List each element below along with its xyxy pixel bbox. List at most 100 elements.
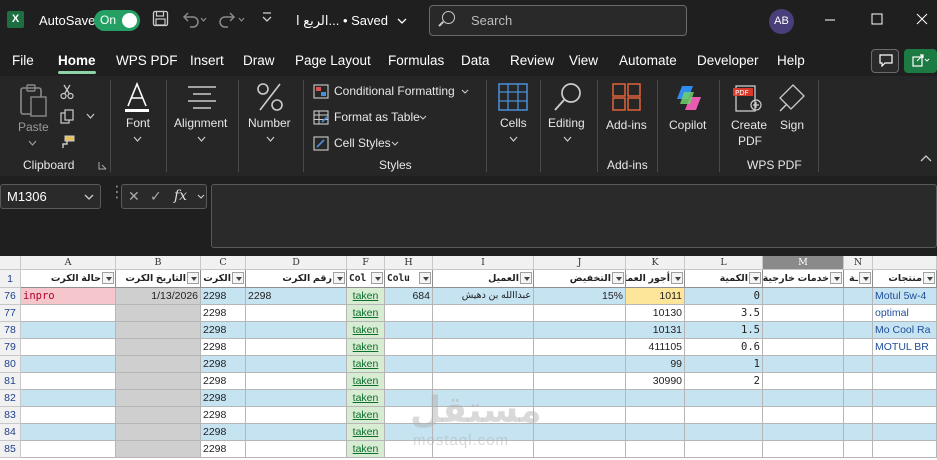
cell-o[interactable]: [873, 407, 937, 424]
filter-dropdown-icon[interactable]: [671, 272, 683, 284]
cell-k[interactable]: 10131: [626, 322, 685, 339]
cell-f[interactable]: taken: [347, 441, 385, 458]
cell-i[interactable]: [433, 356, 534, 373]
document-title[interactable]: الربع ا... • Saved: [296, 13, 407, 29]
tab-data[interactable]: Data: [461, 53, 490, 68]
conditional-formatting-button[interactable]: Conditional Formatting: [313, 83, 483, 101]
cell-j[interactable]: [534, 305, 626, 322]
insert-function-icon[interactable]: fx: [174, 188, 187, 204]
row-header[interactable]: 1: [0, 270, 21, 288]
column-header-a[interactable]: A: [21, 256, 116, 270]
tab-view[interactable]: View: [569, 53, 598, 68]
cell-c[interactable]: 2298: [201, 322, 246, 339]
table-header-a[interactable]: حالة الكرت: [21, 270, 116, 288]
number-label[interactable]: Number: [248, 116, 291, 130]
cell-d[interactable]: [246, 441, 347, 458]
customize-toolbar-icon[interactable]: [261, 10, 273, 30]
cell-d[interactable]: [246, 322, 347, 339]
cell-k[interactable]: 1011: [626, 288, 685, 305]
redo-icon[interactable]: [219, 10, 245, 34]
row-header[interactable]: 77: [0, 305, 21, 322]
cell-f[interactable]: taken: [347, 305, 385, 322]
filter-dropdown-icon[interactable]: [830, 272, 842, 284]
cell-l[interactable]: 0: [685, 288, 763, 305]
cell-b[interactable]: [116, 424, 201, 441]
cell-l[interactable]: [685, 441, 763, 458]
tab-insert[interactable]: Insert: [190, 53, 224, 68]
cell-i[interactable]: [433, 305, 534, 322]
sign-icon[interactable]: [778, 83, 806, 113]
row-header[interactable]: 84: [0, 424, 21, 441]
collapse-ribbon-icon[interactable]: [920, 154, 932, 162]
search-box[interactable]: Search: [429, 5, 687, 36]
cell-o[interactable]: [873, 390, 937, 407]
format-painter-icon[interactable]: [59, 135, 75, 149]
column-header-h[interactable]: H: [385, 256, 433, 270]
taken-link[interactable]: taken: [353, 358, 379, 370]
cell-l[interactable]: [685, 424, 763, 441]
taken-link[interactable]: taken: [353, 307, 379, 319]
column-header-b[interactable]: B: [116, 256, 201, 270]
filter-dropdown-icon[interactable]: [749, 272, 761, 284]
cell-h[interactable]: 684: [385, 288, 433, 305]
cell-j[interactable]: [534, 390, 626, 407]
alignment-label[interactable]: Alignment: [174, 116, 227, 130]
cell-o[interactable]: optimal: [873, 305, 937, 322]
table-header-c[interactable]: الكرت: [201, 270, 246, 288]
comments-button[interactable]: [871, 49, 899, 73]
cell-j[interactable]: [534, 424, 626, 441]
cell-c[interactable]: 2298: [201, 390, 246, 407]
taken-link[interactable]: taken: [353, 443, 379, 455]
cell-a[interactable]: [21, 407, 116, 424]
cell-o[interactable]: [873, 373, 937, 390]
row-header[interactable]: 82: [0, 390, 21, 407]
copy-icon[interactable]: [60, 109, 74, 124]
row-header[interactable]: 78: [0, 322, 21, 339]
taken-link[interactable]: taken: [353, 324, 379, 336]
filter-dropdown-icon[interactable]: [612, 272, 624, 284]
table-header-o[interactable]: منتجات: [873, 270, 937, 288]
column-header-k[interactable]: K: [626, 256, 685, 270]
tab-page-layout[interactable]: Page Layout: [295, 53, 371, 68]
cell-c[interactable]: 2298: [201, 407, 246, 424]
cell-l[interactable]: 1: [685, 356, 763, 373]
cell-b[interactable]: [116, 305, 201, 322]
table-header-k[interactable]: أجور العمل: [626, 270, 685, 288]
cell-d[interactable]: [246, 305, 347, 322]
select-all-corner[interactable]: [0, 256, 21, 270]
paste-icon[interactable]: [17, 84, 49, 118]
row-header[interactable]: 81: [0, 373, 21, 390]
table-header-i[interactable]: العميل: [433, 270, 534, 288]
cell-b[interactable]: [116, 339, 201, 356]
filter-dropdown-icon[interactable]: [520, 272, 532, 284]
alignment-dropdown-icon[interactable]: [197, 136, 206, 142]
cell-k[interactable]: [626, 424, 685, 441]
cell-f[interactable]: taken: [347, 288, 385, 305]
maximize-icon[interactable]: [871, 10, 883, 30]
cell-o[interactable]: MOTUL BR: [873, 339, 937, 356]
cell-n[interactable]: [844, 305, 873, 322]
cell-i[interactable]: [433, 339, 534, 356]
cell-n[interactable]: [844, 441, 873, 458]
cell-l[interactable]: 2: [685, 373, 763, 390]
filter-dropdown-icon[interactable]: [859, 272, 871, 284]
table-header-l[interactable]: الكمية: [685, 270, 763, 288]
cell-d[interactable]: [246, 407, 347, 424]
cell-n[interactable]: [844, 322, 873, 339]
cell-m[interactable]: [763, 424, 844, 441]
taken-link[interactable]: taken: [353, 426, 379, 438]
row-header[interactable]: 79: [0, 339, 21, 356]
row-header[interactable]: 85: [0, 441, 21, 458]
cell-n[interactable]: [844, 288, 873, 305]
minimize-icon[interactable]: [824, 10, 836, 30]
cell-m[interactable]: [763, 390, 844, 407]
cell-m[interactable]: [763, 373, 844, 390]
cell-a[interactable]: [21, 322, 116, 339]
cell-m[interactable]: [763, 356, 844, 373]
row-header[interactable]: 80: [0, 356, 21, 373]
column-header-m[interactable]: M: [763, 256, 844, 270]
formula-input[interactable]: [211, 184, 937, 248]
tab-review[interactable]: Review: [510, 53, 554, 68]
column-header-c[interactable]: C: [201, 256, 246, 270]
user-avatar[interactable]: AB: [769, 9, 794, 34]
